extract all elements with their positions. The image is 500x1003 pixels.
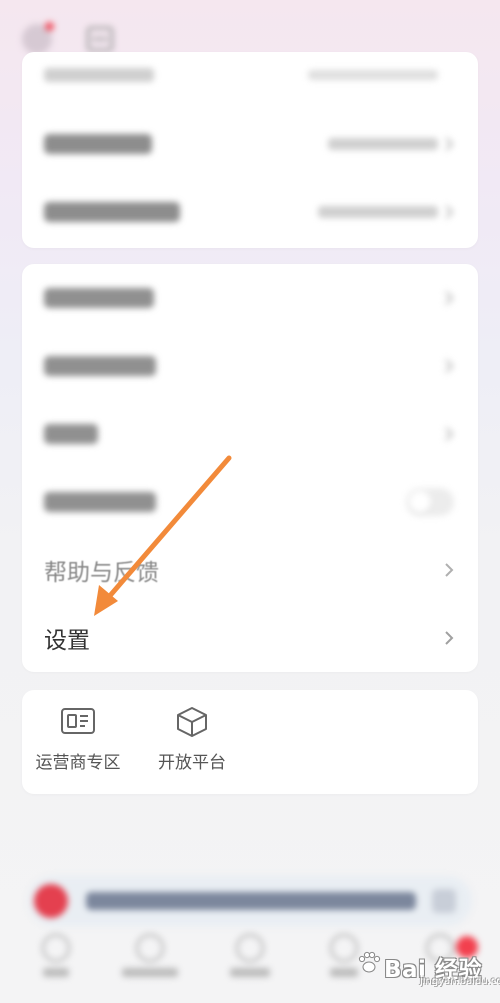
tab-label-placeholder — [330, 968, 358, 977]
service-open-platform[interactable]: 开放平台 — [142, 706, 242, 773]
chevron-right-icon — [445, 563, 454, 577]
info-row[interactable] — [22, 178, 478, 246]
tab-item[interactable] — [110, 934, 190, 977]
close-icon[interactable] — [432, 889, 456, 913]
tab-label-placeholder — [230, 968, 270, 977]
banner-logo — [34, 884, 68, 918]
info-row[interactable] — [22, 110, 478, 178]
menu-row[interactable] — [22, 468, 478, 536]
menu-row-settings[interactable]: 设置 — [22, 604, 478, 672]
toggle-knob — [409, 491, 431, 513]
menu-row-label: 帮助与反馈 — [44, 560, 159, 586]
chevron-right-icon — [445, 137, 454, 151]
menu-card: 帮助与反馈 设置 — [22, 264, 478, 672]
menu-row-help-feedback[interactable]: 帮助与反馈 — [22, 536, 478, 604]
info-row-label-placeholder — [44, 134, 152, 154]
promo-banner[interactable] — [28, 876, 472, 926]
menu-row-label-placeholder — [44, 356, 156, 376]
tab-label-placeholder — [122, 968, 178, 977]
sim-card-icon — [61, 708, 95, 734]
tab-item[interactable] — [210, 934, 290, 977]
avatar[interactable] — [22, 22, 54, 54]
info-row-label-placeholder — [44, 68, 154, 82]
service-carrier-zone[interactable]: 运营商专区 — [28, 706, 128, 773]
info-row-value-placeholder — [328, 138, 438, 150]
tab-icon — [330, 934, 358, 962]
menu-row[interactable] — [22, 264, 478, 332]
tab-icon — [136, 934, 164, 962]
services-card: 运营商专区 开放平台 — [22, 690, 478, 794]
chevron-right-icon — [445, 359, 454, 373]
notification-dot — [45, 22, 54, 31]
menu-row-label: 设置 — [44, 628, 90, 654]
mode-toggle[interactable] — [406, 488, 454, 516]
chevron-right-icon — [445, 205, 454, 219]
chevron-right-icon — [445, 291, 454, 305]
service-label: 运营商专区 — [35, 753, 121, 773]
info-row-value-placeholder — [318, 206, 438, 218]
chevron-right-icon — [445, 427, 454, 441]
watermark-subtext: jingyan.baidu.com — [420, 976, 500, 987]
menu-row-label-placeholder — [44, 492, 156, 512]
cube-icon — [177, 707, 207, 737]
tab-label-placeholder — [43, 968, 69, 977]
menu-row[interactable] — [22, 400, 478, 468]
scan-icon[interactable] — [86, 26, 114, 52]
info-row-label-placeholder — [44, 202, 180, 222]
service-label: 开放平台 — [158, 753, 226, 773]
account-info-card — [22, 52, 478, 248]
info-row-value-placeholder — [308, 70, 438, 80]
tab-icon — [42, 934, 70, 962]
tab-item[interactable] — [16, 934, 96, 977]
menu-row[interactable] — [22, 332, 478, 400]
banner-text-placeholder — [86, 892, 416, 910]
menu-row-label-placeholder — [44, 288, 154, 308]
info-row[interactable] — [22, 52, 478, 110]
tab-icon — [236, 934, 264, 962]
menu-row-label-placeholder — [44, 424, 98, 444]
chevron-right-icon — [445, 631, 454, 645]
paw-icon — [358, 951, 381, 973]
